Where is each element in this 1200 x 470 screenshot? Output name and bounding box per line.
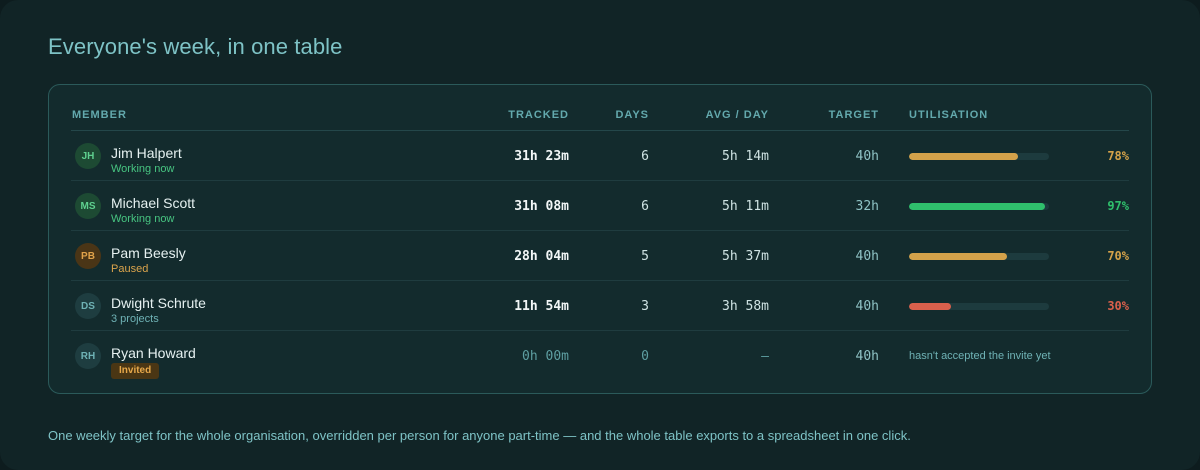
utilisation-bar (909, 253, 1049, 260)
member-status: Working now (111, 213, 175, 225)
column-header-tracked[interactable]: TRACKED (479, 109, 569, 121)
days-value: 5 (641, 249, 649, 264)
page-title: Everyone's week, in one table (48, 34, 343, 59)
table-row[interactable]: RH Ryan Howard Invited 0h 00m 0 — 40h hasn… (71, 331, 1129, 381)
utilisation-percent: 78% (1107, 149, 1129, 163)
utilisation-bar-fill (909, 303, 951, 310)
tracked-value: 11h 54m (514, 299, 569, 314)
utilisation-percent: 70% (1107, 249, 1129, 263)
page: Everyone's week, in one table MEMBER TRA… (0, 0, 1200, 470)
column-header-days[interactable]: DAYS (579, 109, 649, 121)
tracked-value: 31h 08m (514, 199, 569, 214)
utilisation-bar (909, 203, 1049, 210)
utilisation-percent: 30% (1107, 299, 1129, 313)
tracked-value: 0h 00m (522, 349, 569, 364)
table-row[interactable]: DS Dwight Schrute 3 projects 11h 54m 3 3h… (71, 281, 1129, 331)
status-badge: Invited (111, 363, 160, 379)
days-value: 6 (641, 149, 649, 164)
member-status: 3 projects (111, 313, 159, 325)
avg-day-value: 5h 14m (722, 149, 769, 164)
member-status: Paused (111, 263, 149, 275)
team-table: MEMBER TRACKED DAYS AVG / DAY TARGET UTI… (48, 84, 1152, 394)
avatar: RH (75, 343, 101, 369)
target-value: 40h (855, 149, 879, 164)
avg-day-value: 3h 58m (722, 299, 769, 314)
utilisation-bar (909, 153, 1049, 160)
utilisation-bar-fill (909, 253, 1007, 260)
member-name[interactable]: Pam Beesly (111, 245, 186, 261)
avatar: MS (75, 193, 101, 219)
avatar: DS (75, 293, 101, 319)
avg-day-value: — (761, 349, 769, 364)
member-status: Working now (111, 163, 175, 175)
days-value: 6 (641, 199, 649, 214)
utilisation-bar-fill (909, 153, 1019, 160)
member-name[interactable]: Ryan Howard (111, 345, 196, 361)
avatar: JH (75, 143, 101, 169)
days-value: 0 (641, 349, 649, 364)
tracked-value: 28h 04m (514, 249, 569, 264)
utilisation-bar-fill (909, 203, 1045, 210)
table-row[interactable]: JH Jim Halpert Working now 31h 23m 6 5h 1… (71, 131, 1129, 181)
table-row[interactable]: MS Michael Scott Working now 31h 08m 6 5h… (71, 181, 1129, 231)
footer-note: One weekly target for the whole organisa… (48, 428, 911, 443)
avg-day-value: 5h 11m (722, 199, 769, 214)
target-value: 40h (855, 349, 879, 364)
table-row[interactable]: PB Pam Beesly Paused 28h 04m 5 5h 37m 40h… (71, 231, 1129, 281)
target-value: 32h (855, 199, 879, 214)
utilisation-note: hasn't accepted the invite yet (909, 350, 1051, 362)
member-name[interactable]: Michael Scott (111, 195, 195, 211)
member-name[interactable]: Jim Halpert (111, 145, 182, 161)
tracked-value: 31h 23m (514, 149, 569, 164)
utilisation-percent: 97% (1107, 199, 1129, 213)
utilisation-bar (909, 303, 1049, 310)
member-name[interactable]: Dwight Schrute (111, 295, 206, 311)
target-value: 40h (855, 299, 879, 314)
column-header-target[interactable]: TARGET (789, 109, 879, 121)
column-header-utilisation[interactable]: UTILISATION (909, 109, 988, 121)
avatar: PB (75, 243, 101, 269)
column-header-avg-day[interactable]: AVG / DAY (669, 109, 769, 121)
avg-day-value: 5h 37m (722, 249, 769, 264)
column-header-member[interactable]: MEMBER (72, 109, 127, 121)
days-value: 3 (641, 299, 649, 314)
target-value: 40h (855, 249, 879, 264)
